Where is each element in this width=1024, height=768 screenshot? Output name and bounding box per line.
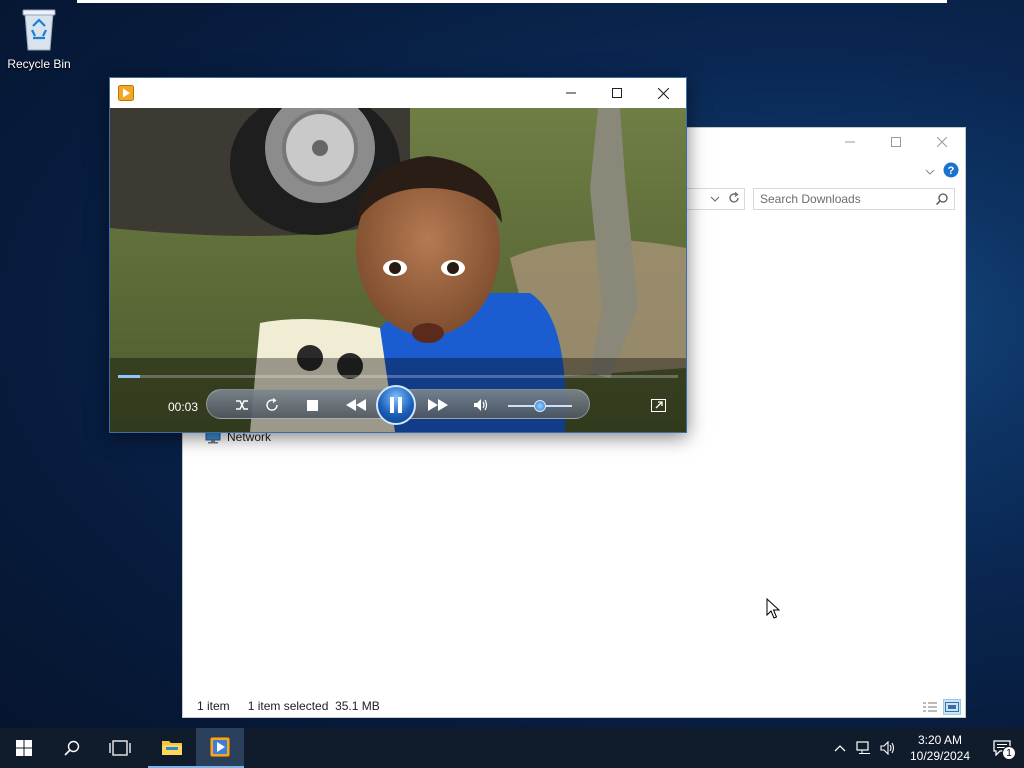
volume-slider-thumb[interactable] [534, 400, 546, 412]
shuffle-button[interactable] [232, 396, 252, 414]
switch-view-icon [650, 398, 666, 412]
refresh-button[interactable] [728, 191, 740, 207]
action-center-button[interactable]: 1 [980, 728, 1024, 768]
pause-icon [390, 397, 402, 413]
maximize-button[interactable] [873, 128, 919, 156]
chevron-up-icon [834, 745, 846, 752]
minimize-button[interactable] [827, 128, 873, 156]
explorer-caption-buttons [827, 128, 965, 156]
taskbar-file-explorer[interactable] [148, 728, 196, 768]
view-switcher [921, 699, 961, 715]
speaker-icon [880, 741, 895, 755]
media-player-app-icon [118, 85, 134, 104]
taskbar-media-player[interactable] [196, 728, 244, 768]
mouse-cursor-icon [766, 597, 781, 623]
volume-button[interactable] [876, 728, 900, 768]
minimize-icon [566, 92, 576, 94]
video-content [110, 108, 686, 432]
background-window-edge [77, 0, 947, 3]
repeat-icon [266, 398, 278, 411]
search-icon [64, 740, 80, 756]
chevron-down-icon [925, 169, 935, 175]
clock[interactable]: 3:20 AM 10/29/2024 [904, 732, 976, 764]
details-view-button[interactable] [921, 699, 939, 715]
seek-progress [118, 375, 141, 378]
minimize-button[interactable] [548, 78, 594, 108]
network-status-button[interactable] [852, 728, 876, 768]
close-button[interactable] [640, 78, 686, 108]
next-button[interactable] [424, 394, 452, 416]
fast-forward-icon [428, 399, 448, 411]
large-icons-view-button[interactable] [943, 699, 961, 715]
task-view-icon [109, 740, 131, 756]
system-tray: 3:20 AM 10/29/2024 1 [828, 728, 1024, 768]
elapsed-time: 00:03 [168, 400, 199, 414]
previous-button[interactable] [342, 394, 370, 416]
help-button[interactable]: ? [943, 162, 959, 181]
taskbar: 3:20 AM 10/29/2024 1 [0, 728, 1024, 768]
file-size: 35.1 MB [335, 699, 380, 713]
switch-to-library-button[interactable] [648, 396, 668, 414]
network-icon [856, 741, 870, 754]
pause-button[interactable] [376, 385, 416, 425]
svg-text:?: ? [948, 165, 955, 177]
details-view-icon [923, 702, 937, 712]
search-button[interactable] [48, 728, 96, 768]
task-view-button[interactable] [96, 728, 144, 768]
volume-icon [474, 399, 488, 411]
player-title-bar[interactable] [110, 78, 686, 108]
repeat-button[interactable] [262, 396, 282, 414]
show-hidden-icons-button[interactable] [828, 728, 852, 768]
close-icon [937, 137, 947, 147]
file-explorer-icon [162, 741, 182, 755]
recycle-bin-label: Recycle Bin [7, 57, 71, 71]
maximize-icon [891, 137, 901, 147]
address-dropdown-button[interactable] [710, 192, 720, 206]
maximize-button[interactable] [594, 78, 640, 108]
stop-icon [306, 399, 318, 411]
status-bar: 1 item 1 item selected 35.1 MB [197, 699, 380, 713]
shuffle-icon [236, 400, 248, 410]
seek-bar[interactable] [118, 375, 678, 378]
search-input[interactable]: Search Downloads [753, 188, 955, 210]
video-frame[interactable]: 00:03 [110, 108, 686, 432]
address-bar-end [687, 188, 745, 210]
stop-button[interactable] [302, 396, 322, 414]
search-placeholder: Search Downloads [760, 192, 861, 206]
desktop-icon-recycle-bin[interactable]: Recycle Bin [4, 6, 74, 71]
help-icon: ? [943, 162, 959, 178]
start-button[interactable] [0, 728, 48, 768]
clock-time: 3:20 AM [917, 733, 963, 747]
notification-badge: 1 [1002, 746, 1016, 760]
large-icons-view-icon [945, 702, 959, 712]
close-icon [657, 87, 669, 99]
refresh-icon [729, 191, 739, 203]
media-player-window[interactable]: 00:03 [109, 77, 687, 433]
expand-ribbon-button[interactable] [925, 165, 935, 179]
close-button[interactable] [919, 128, 965, 156]
minimize-icon [845, 141, 855, 143]
start-icon [16, 740, 32, 756]
mute-button[interactable] [470, 396, 492, 414]
chevron-down-icon [710, 196, 720, 202]
media-player-icon [210, 737, 230, 757]
ribbon-controls: ? [925, 162, 959, 181]
recycle-bin-icon [19, 9, 59, 55]
item-count: 1 item [197, 699, 230, 713]
rewind-icon [346, 399, 366, 411]
maximize-icon [612, 88, 622, 98]
selection-info: 1 item selected 35.1 MB [247, 699, 380, 713]
search-icon [936, 193, 948, 205]
clock-date: 10/29/2024 [909, 749, 971, 763]
